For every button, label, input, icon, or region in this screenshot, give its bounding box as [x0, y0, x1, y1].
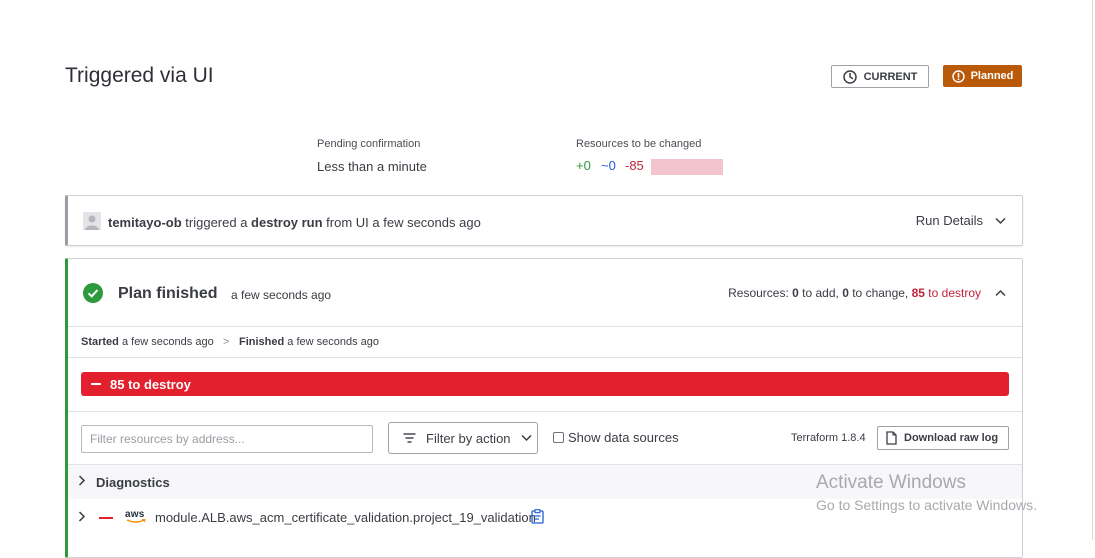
filter-by-action-label: Filter by action: [426, 430, 511, 446]
resources-change-count: ~0: [601, 158, 616, 173]
filter-icon: [403, 433, 416, 443]
plan-header[interactable]: Plan finished a few seconds ago Resource…: [68, 259, 1022, 327]
status-badge: Planned: [943, 65, 1022, 87]
alert-circle-icon: [951, 69, 965, 83]
file-icon: [886, 431, 897, 445]
aws-smile-icon: [126, 519, 146, 523]
timeline-separator: >: [223, 336, 230, 348]
started-time: a few seconds ago: [118, 336, 214, 348]
chevron-up-icon[interactable]: [995, 289, 1006, 297]
trigger-run-type: destroy run: [251, 215, 323, 230]
aws-logo-icon: aws: [125, 509, 147, 525]
resources-to-change-label: Resources to be changed: [576, 138, 702, 150]
destroy-summary-bar: 85 to destroy: [81, 372, 1009, 396]
plan-resources-prefix: Resources:: [728, 286, 793, 300]
minus-icon: [91, 383, 101, 385]
check-circle-icon: [83, 283, 103, 303]
chevron-down-icon: [521, 434, 532, 442]
filter-by-action-dropdown[interactable]: Filter by action: [388, 422, 538, 454]
destroy-proportion-bar: [651, 159, 723, 175]
run-details-toggle[interactable]: Run Details: [916, 213, 1006, 228]
pending-confirmation-value: Less than a minute: [317, 159, 427, 174]
show-data-sources-toggle[interactable]: Show data sources: [553, 430, 679, 445]
destroy-summary-section: 85 to destroy: [68, 358, 1022, 412]
plan-resources-summary: Resources: 0 to add, 0 to change, 85 to …: [728, 286, 1006, 300]
plan-destroy-count: 85: [911, 286, 925, 300]
plan-destroy-label: to destroy: [924, 286, 981, 300]
plan-add-count: 0: [792, 286, 799, 300]
user-avatar-icon: [83, 212, 101, 230]
chevron-right-icon: [78, 475, 86, 486]
plan-title: Plan finished: [118, 285, 218, 302]
trigger-user-link[interactable]: temitayo-ob: [108, 215, 182, 230]
pending-confirmation-label: Pending confirmation: [317, 138, 421, 150]
show-data-sources-checkbox[interactable]: [553, 432, 564, 443]
page-title: Triggered via UI: [65, 64, 214, 87]
resources-add-count: +0: [576, 158, 591, 173]
filters-toolbar: Filter by action Show data sources Terra…: [68, 412, 1022, 465]
download-raw-log-button[interactable]: Download raw log: [877, 426, 1009, 450]
finished-time: a few seconds ago: [284, 336, 380, 348]
started-label: Started: [81, 336, 119, 348]
window-edge: [1092, 0, 1093, 540]
clock-icon: [842, 69, 857, 84]
activate-windows-subtitle: Go to Settings to activate Windows.: [816, 497, 1037, 513]
plan-change-count: 0: [842, 286, 849, 300]
avatar: [83, 212, 101, 230]
activate-windows-title: Activate Windows: [816, 472, 966, 493]
trigger-text-part: triggered a: [181, 215, 252, 230]
plan-card: Plan finished a few seconds ago Resource…: [65, 258, 1023, 558]
destroy-summary-label: 85 to destroy: [110, 376, 191, 392]
current-button-label: CURRENT: [863, 70, 918, 83]
resource-search-input[interactable]: [81, 425, 373, 453]
trigger-text-part: from UI a few seconds ago: [322, 215, 481, 230]
current-button[interactable]: CURRENT: [831, 65, 929, 88]
destroy-minus-icon: [99, 517, 113, 519]
resource-address: module.ALB.aws_acm_certificate_validatio…: [155, 510, 536, 525]
plan-timeline: Started a few seconds ago > Finished a f…: [68, 327, 1022, 358]
started-info: Started a few seconds ago: [81, 336, 214, 348]
trigger-description: temitayo-ob triggered a destroy run from…: [108, 215, 481, 230]
plan-change-label: to change,: [848, 286, 912, 300]
plan-time: a few seconds ago: [231, 288, 332, 302]
show-data-sources-label: Show data sources: [568, 430, 679, 445]
finished-info: Finished a few seconds ago: [239, 336, 379, 348]
finished-label: Finished: [239, 336, 285, 348]
plan-add-label: to add,: [798, 286, 843, 300]
diagnostics-label: Diagnostics: [96, 475, 170, 490]
copy-clipboard-icon[interactable]: [531, 509, 544, 524]
chevron-down-icon: [995, 217, 1006, 224]
terraform-version: Terraform 1.8.4: [791, 432, 866, 444]
status-badge-label: Planned: [970, 70, 1014, 82]
download-raw-log-label: Download raw log: [904, 432, 999, 444]
chevron-right-icon: [78, 511, 86, 522]
run-trigger-card: temitayo-ob triggered a destroy run from…: [65, 195, 1023, 246]
run-details-label: Run Details: [915, 213, 983, 228]
resources-destroy-count: -85: [625, 158, 644, 173]
